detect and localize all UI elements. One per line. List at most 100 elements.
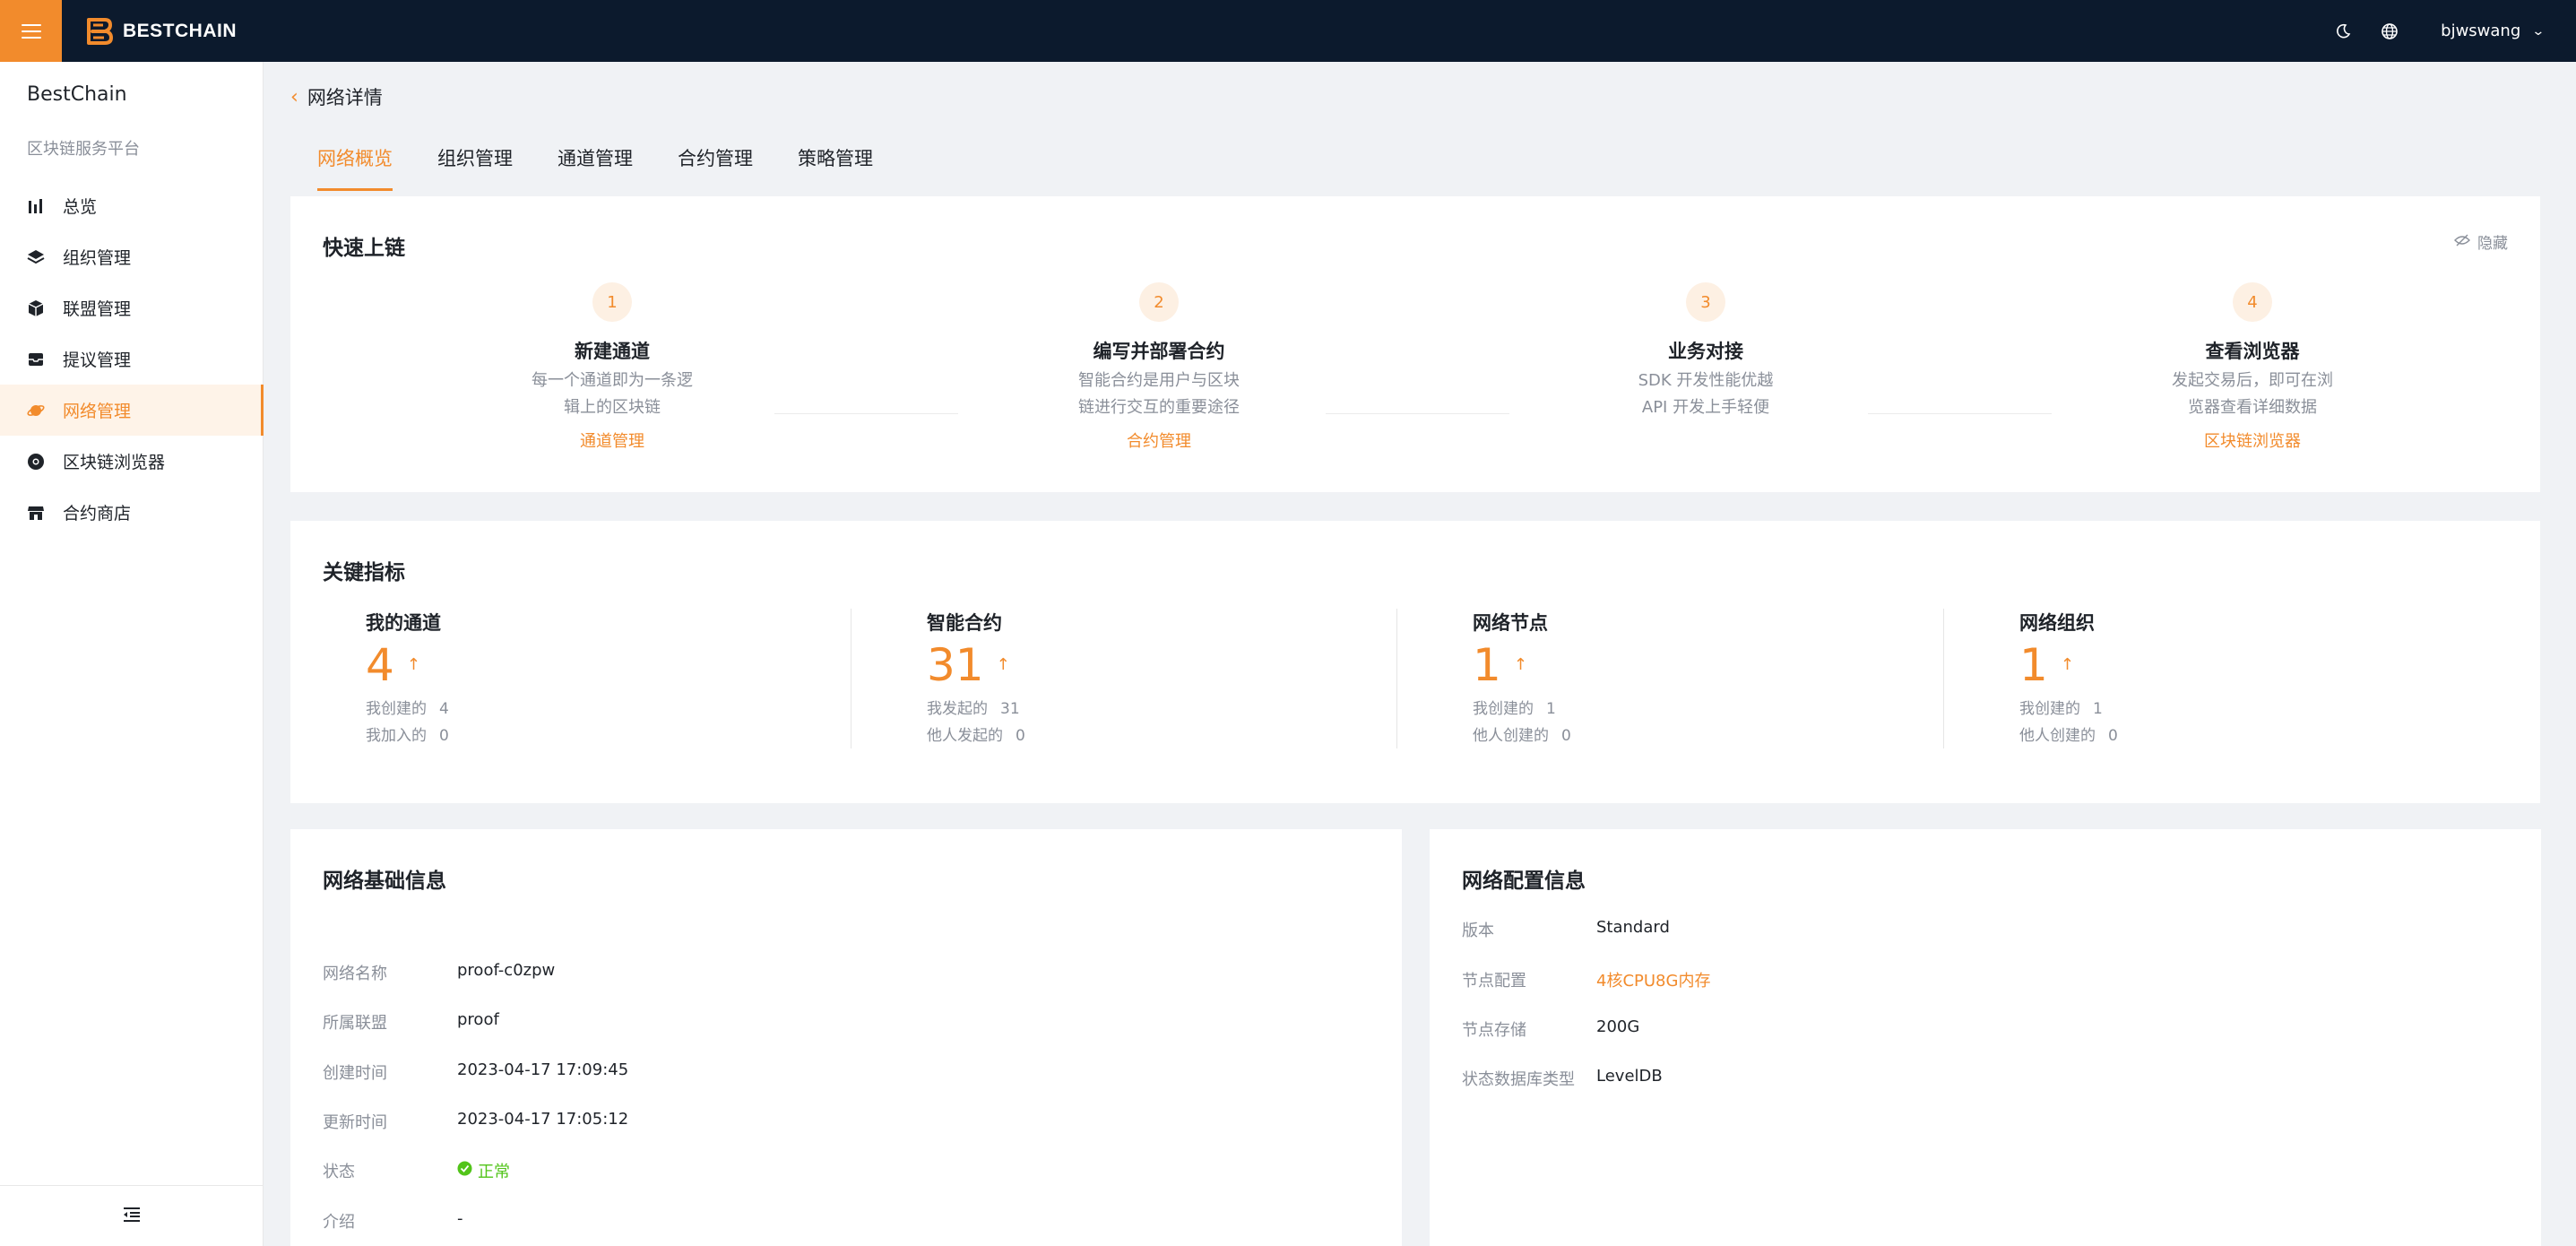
sidebar-menu: 总览 组织管理 联盟管理 提议管理 网络管理 区块链浏览器 合约商店 [0,180,264,538]
info-value: 2023-04-17 17:09:45 [457,1060,629,1079]
metric-value-row: 4 ↑ [366,643,449,688]
sidebar-item-consortium[interactable]: 联盟管理 [0,282,264,333]
user-menu[interactable]: bjwswang ⌄ [2441,22,2546,40]
language-globe-icon[interactable] [2380,22,2399,41]
brand-name: BESTCHAIN [123,20,238,41]
info-row-updated-time: 更新时间 2023-04-17 17:05:12 [323,1110,628,1133]
sidebar-item-org[interactable]: 组织管理 [0,231,264,282]
info-key: 所属联盟 [323,1014,387,1033]
info-value: LevelDB [1596,1067,1663,1086]
arrow-up-icon: ↑ [1513,655,1527,674]
metric-smart-contracts: 智能合约 31 ↑ 我发起的 31 他人发起的 0 [851,609,1396,748]
chevron-left-icon: ‹ [290,85,298,108]
arrow-up-icon: ↑ [406,655,420,674]
sidebar-item-label: 联盟管理 [63,299,132,319]
status-text: 正常 [478,1163,510,1181]
theme-moon-icon[interactable] [2333,22,2353,41]
sidebar-subtitle: 区块链服务平台 [27,140,140,159]
info-row-network-name: 网络名称 proof-c0zpw [323,961,555,984]
sidebar-item-explorer[interactable]: 区块链浏览器 [0,436,264,487]
metric-row-value: 0 [2108,727,2118,745]
quick-step: 1 新建通道 每一个通道即为一条逻 辑上的区块链 通道管理 [478,196,747,452]
metric-row-value: 31 [1000,700,1020,718]
config-row-state-db: 状态数据库类型 LevelDB [1462,1067,1663,1090]
config-info-title: 网络配置信息 [1462,870,1586,893]
cube-icon [27,299,45,317]
sidebar-item-label: 组织管理 [63,248,132,268]
hide-button[interactable]: 隐藏 [2454,230,2508,253]
menu-button[interactable] [0,0,62,62]
step-number: 3 [1686,282,1725,322]
main-content: ‹ 网络详情 网络概览 组织管理 通道管理 合约管理 策略管理 快速上链 隐藏 … [264,62,2576,1246]
step-connector [1868,413,2052,414]
inbox-icon [27,350,45,368]
metric-my-channels: 我的通道 4 ↑ 我创建的 4 我加入的 0 [290,609,835,748]
node-spec-link[interactable]: 4核CPU8G内存 [1596,968,1710,991]
sidebar-item-network[interactable]: 网络管理 [0,385,264,436]
step-desc: 链进行交互的重要途径 [1078,398,1240,417]
step-connector [1326,413,1509,414]
chrome-icon [27,453,45,471]
metric-network-nodes: 网络节点 1 ↑ 我创建的 1 他人创建的 0 [1396,609,1941,748]
metric-row-value: 1 [1546,700,1556,718]
info-row-created-time: 创建时间 2023-04-17 17:09:45 [323,1060,628,1084]
tab-org-management[interactable]: 组织管理 [437,144,513,191]
metric-row: 我创建的 1 [1473,698,1571,720]
info-value: - [457,1209,463,1228]
back-button[interactable]: ‹ 网络详情 [290,83,383,110]
brand[interactable]: BESTCHAIN [83,16,237,47]
step-desc: 智能合约是用户与区块 [1078,371,1240,390]
sidebar-item-overview[interactable]: 总览 [0,180,264,231]
bar-chart-icon [27,197,45,215]
shop-icon [27,504,45,522]
metric-row: 我发起的 31 [927,698,1025,720]
step-desc: 辑上的区块链 [564,398,661,417]
check-circle-icon [457,1161,472,1181]
eye-off-icon [2454,233,2470,251]
step-link-contract-management[interactable]: 合约管理 [1024,428,1293,452]
sidebar-collapse-button[interactable] [0,1185,264,1246]
quick-start-title: 快速上链 [323,237,405,260]
info-key: 状态 [323,1163,355,1181]
top-bar: BESTCHAIN bjwswang ⌄ [0,0,2576,62]
tab-network-overview[interactable]: 网络概览 [317,144,393,191]
sidebar-item-contract-store[interactable]: 合约商店 [0,487,264,538]
quick-step: 4 查看浏览器 发起交易后，即可在浏 览器查看详细数据 区块链浏览器 [2118,196,2387,452]
info-key: 节点配置 [1462,972,1526,991]
info-key: 节点存储 [1462,1021,1526,1040]
tab-contract-management[interactable]: 合约管理 [678,144,753,191]
metric-row-value: 0 [1561,727,1571,745]
metric-network-orgs: 网络组织 1 ↑ 我创建的 1 他人创建的 0 [1943,609,2488,748]
metric-row-value: 1 [2093,700,2103,718]
metric-row-value: 4 [439,700,449,718]
tab-channel-management[interactable]: 通道管理 [558,144,633,191]
info-key: 介绍 [323,1213,355,1232]
metric-value-row: 31 ↑ [927,643,1025,688]
info-value: 200G [1596,1017,1640,1036]
metric-value: 31 [927,639,984,691]
metric-title: 网络节点 [1473,612,1548,634]
metric-row: 他人发起的 0 [927,725,1025,747]
step-desc: API 开发上手轻便 [1641,398,1770,417]
quick-step: 2 编写并部署合约 智能合约是用户与区块 链进行交互的重要途径 合约管理 [1024,196,1293,452]
metric-title: 网络组织 [2019,612,2095,634]
info-key: 网络名称 [323,965,387,983]
info-value: proof-c0zpw [457,961,556,980]
metric-row-label: 我创建的 [2019,700,2080,718]
info-key: 更新时间 [323,1113,387,1132]
info-value: 2023-04-17 17:05:12 [457,1110,629,1129]
step-title: 编写并部署合约 [1093,341,1225,362]
metric-title: 我的通道 [366,612,441,634]
layers-icon [27,248,45,266]
key-metrics-title: 关键指标 [323,561,405,584]
sidebar-item-proposal[interactable]: 提议管理 [0,333,264,385]
step-connector [774,413,958,414]
step-desc: 览器查看详细数据 [2188,398,2317,417]
step-title: 业务对接 [1668,341,1743,362]
arrow-up-icon: ↑ [2060,655,2074,674]
step-link-blockchain-explorer[interactable]: 区块链浏览器 [2118,428,2387,452]
step-link-channel-management[interactable]: 通道管理 [478,428,747,452]
chevron-down-icon: ⌄ [2531,23,2546,39]
tab-policy-management[interactable]: 策略管理 [798,144,873,191]
metric-row-label: 我创建的 [366,700,427,718]
